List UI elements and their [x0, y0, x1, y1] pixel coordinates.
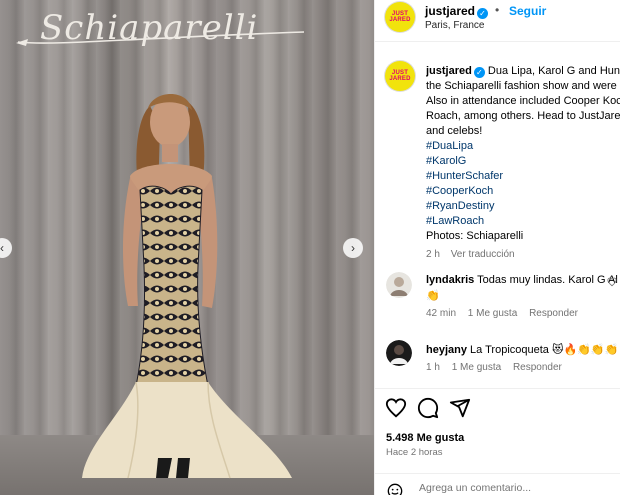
chevron-right-icon: ›	[351, 241, 355, 255]
chevron-left-icon: ‹	[0, 241, 4, 255]
comment-text: Todas muy lindas. Karol G Al f	[477, 274, 620, 286]
post-sidebar: JUST JARED justjared ✓ • Seguir Paris, Fr…	[374, 0, 620, 495]
reply-button[interactable]: Responder	[529, 308, 578, 319]
author-avatar[interactable]: JUST JARED	[385, 2, 415, 32]
commenter-username[interactable]: lyndakris	[426, 274, 474, 286]
caption-text: justjared ✓ Dua Lipa, Karol G and Hunt th…	[426, 65, 620, 260]
translate-link[interactable]: Ver traducción	[451, 249, 515, 260]
post-photo[interactable]: Schiaparelli ‹ ›	[0, 0, 374, 495]
hashtag-link[interactable]: #LawRoach	[426, 214, 620, 229]
sign-text: Schiaparelli	[40, 8, 259, 48]
comment-likes[interactable]: 1 Me gusta	[452, 362, 501, 373]
header-separator: •	[495, 3, 500, 17]
hashtag-link[interactable]: #DuaLipa	[426, 139, 620, 154]
reply-button[interactable]: Responder	[513, 362, 562, 373]
comment-emoji: 👏	[426, 290, 440, 302]
verified-badge-icon: ✓	[477, 8, 489, 19]
verified-badge-icon: ✓	[473, 67, 485, 78]
post-actions: 5.498 Me gusta Hace 2 horas	[375, 388, 620, 495]
commenter-avatar[interactable]	[386, 340, 412, 366]
just-jared-logo: JUST JARED	[389, 70, 411, 82]
brand-sign: Schiaparelli	[14, 2, 314, 56]
comment-time: 1 h	[426, 362, 440, 373]
caption-username[interactable]: justjared	[426, 65, 472, 77]
comment-likes[interactable]: 1 Me gusta	[468, 308, 517, 319]
posted-time: Hace 2 horas	[386, 447, 443, 458]
follow-button[interactable]: Seguir	[509, 4, 546, 18]
caption-avatar[interactable]: JUST JARED	[385, 61, 415, 91]
hashtag-link[interactable]: #CooperKoch	[426, 184, 620, 199]
likes-count[interactable]: 5.498 Me gusta	[386, 432, 464, 444]
photo-credits: Photos: Schiaparelli	[426, 230, 524, 242]
comment-bubble-icon[interactable]	[417, 397, 439, 419]
just-jared-logo: JUST JARED	[389, 11, 411, 23]
caption-time: 2 h	[426, 249, 440, 260]
commenter-username[interactable]: heyjany	[426, 344, 467, 356]
hashtag-link[interactable]: #KarolG	[426, 154, 620, 169]
comment-input[interactable]	[419, 482, 609, 494]
share-send-icon[interactable]	[449, 397, 471, 419]
hashtag-link[interactable]: #HunterSchafer	[426, 169, 620, 184]
comment-time: 42 min	[426, 308, 457, 319]
author-username[interactable]: justjared	[425, 4, 475, 18]
post-header: JUST JARED justjared ✓ • Seguir Paris, Fr…	[375, 0, 620, 42]
commenter-avatar[interactable]	[386, 272, 412, 298]
carousel-next-button[interactable]: ›	[343, 238, 363, 258]
emoji-smile-icon[interactable]	[387, 483, 403, 495]
heart-icon[interactable]	[607, 277, 617, 287]
comment-text: La Tropicoqueta 😻🔥👏👏👏	[470, 344, 619, 356]
like-heart-icon[interactable]	[385, 397, 407, 419]
model-figure	[82, 94, 292, 479]
location-link[interactable]: Paris, France	[425, 20, 484, 31]
hashtag-link[interactable]: #RyanDestiny	[426, 199, 620, 214]
add-comment-bar	[375, 473, 620, 495]
